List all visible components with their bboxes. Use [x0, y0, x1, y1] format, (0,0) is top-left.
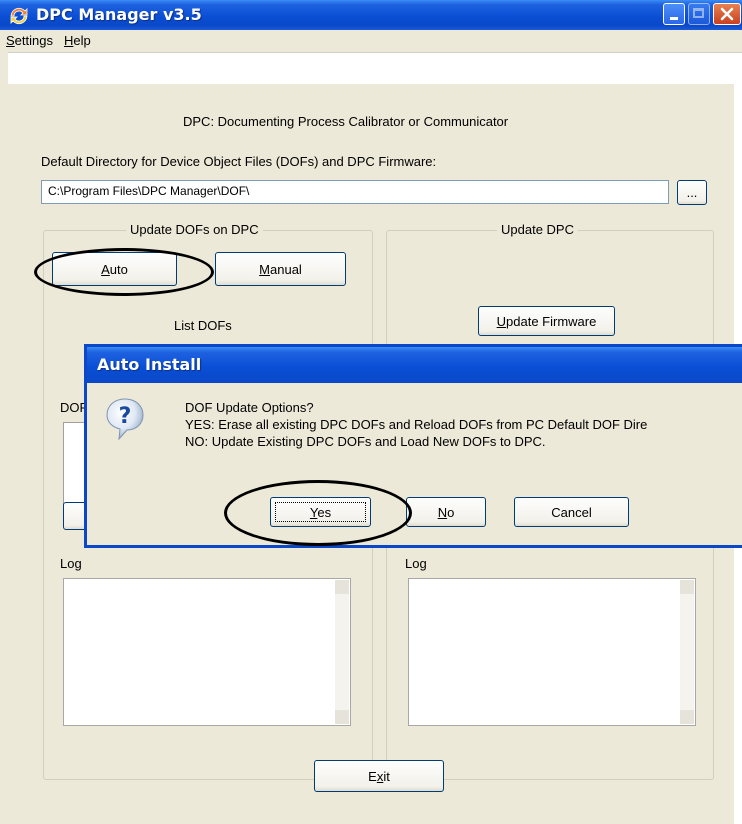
default-directory-field[interactable]: C:\Program Files\DPC Manager\DOF\ [41, 180, 669, 204]
dpc-log-label: Log [405, 556, 427, 571]
exit-button[interactable]: Exit [314, 760, 444, 792]
window-title: DPC Manager v3.5 [36, 5, 202, 24]
dpc-manager-window: DPC Manager v3.5 Settings Help DPC: Docu… [0, 0, 742, 824]
update-firmware-button[interactable]: Update Firmware [478, 306, 615, 336]
menu-help[interactable]: Help [64, 33, 91, 48]
default-directory-label: Default Directory for Device Object File… [41, 154, 437, 169]
app-icon [10, 7, 28, 25]
scroll-up-icon[interactable] [680, 580, 694, 594]
yes-button[interactable]: Yes [270, 497, 371, 527]
menu-settings-mnemonic: S [6, 33, 15, 48]
dofs-log-scrollbar[interactable] [335, 580, 349, 724]
focus-rectangle [275, 502, 366, 522]
no-button[interactable]: No [406, 497, 486, 527]
auto-install-dialog: Auto Install ? DOF Update Options? YES: … [84, 344, 742, 548]
dialog-message-line-1: DOF Update Options? [185, 400, 314, 415]
update-dpc-group-title: Update DPC [497, 222, 578, 237]
close-icon [720, 7, 734, 21]
scroll-down-icon[interactable] [680, 710, 694, 724]
auto-button-label: Auto [101, 261, 128, 277]
no-button-label: No [437, 504, 455, 520]
browse-button-label: ... [686, 185, 698, 200]
cancel-button-label: Cancel [551, 504, 592, 520]
dialog-message-line-2: YES: Erase all existing DPC DOFs and Rel… [185, 417, 648, 432]
exit-button-label: Exit [368, 768, 390, 784]
menu-help-mnemonic: H [64, 33, 74, 48]
menu-settings[interactable]: Settings [6, 33, 53, 48]
list-dofs-label: List DOFs [174, 318, 232, 333]
dialog-message: DOF Update Options? YES: Erase all exist… [185, 399, 647, 450]
update-dofs-group-title: Update DOFs on DPC [126, 222, 263, 237]
window-frame [0, 52, 8, 824]
dpc-description: DPC: Documenting Process Calibrator or C… [183, 114, 509, 129]
manual-button-label: Manual [259, 261, 302, 277]
dpc-log-textarea[interactable] [408, 578, 696, 726]
minimize-icon [670, 17, 678, 20]
minimize-button[interactable] [663, 3, 685, 25]
dialog-title-bar[interactable]: Auto Install [87, 347, 742, 383]
menu-bar: Settings Help [0, 30, 742, 53]
svg-text:?: ? [119, 404, 132, 429]
title-bar[interactable]: DPC Manager v3.5 [0, 0, 742, 30]
dialog-title: Auto Install [97, 355, 202, 374]
menu-help-label: elp [73, 33, 91, 48]
scroll-up-icon[interactable] [335, 580, 349, 594]
close-button[interactable] [713, 3, 741, 25]
auto-button[interactable]: Auto [52, 252, 177, 286]
maximize-icon [693, 8, 704, 18]
maximize-button[interactable] [688, 3, 710, 25]
dialog-message-line-3: NO: Update Existing DPC DOFs and Load Ne… [185, 434, 546, 449]
question-icon: ? [106, 398, 144, 441]
menu-settings-label: ettings [14, 33, 53, 48]
dofs-log-label: Log [60, 556, 82, 571]
browse-button[interactable]: ... [677, 180, 707, 205]
manual-button[interactable]: Manual [215, 252, 346, 286]
update-firmware-button-label: Update Firmware [496, 313, 597, 329]
dpc-log-scrollbar[interactable] [680, 580, 694, 724]
scroll-down-icon[interactable] [335, 710, 349, 724]
dofs-log-textarea[interactable] [63, 578, 351, 726]
cancel-button[interactable]: Cancel [514, 497, 629, 527]
